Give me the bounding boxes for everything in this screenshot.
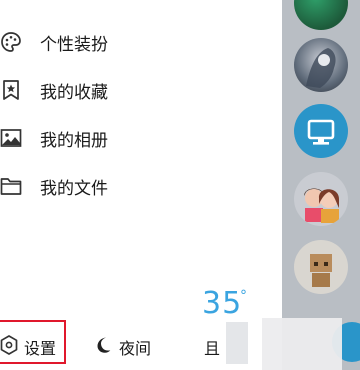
couple-cartoon-icon <box>304 188 340 223</box>
cardboard-robot-icon <box>310 254 332 287</box>
avatar-tv[interactable] <box>294 104 348 158</box>
third-bottom-label-partial[interactable]: 且 <box>204 335 220 359</box>
blur-patch-1 <box>226 322 248 364</box>
photo-album-icon <box>0 129 22 147</box>
menu-item-files[interactable]: 我的文件 <box>0 166 270 206</box>
menu-item-favorites-label: 我的收藏 <box>40 82 108 103</box>
avatar-anime[interactable] <box>294 38 348 92</box>
night-mode-button[interactable]: 夜间 <box>94 326 158 362</box>
settings-highlight-box <box>0 320 66 364</box>
anime-figure-icon <box>306 48 336 88</box>
folder-icon <box>0 178 22 195</box>
blur-patch-2 <box>262 318 342 370</box>
tv-icon <box>307 119 335 145</box>
night-mode-label: 夜间 <box>119 339 152 358</box>
menu-item-album[interactable]: 我的相册 <box>0 118 270 158</box>
menu-item-files-label: 我的文件 <box>40 178 108 199</box>
side-drawer: 个性装扮 我的收藏 我的相册 我的文件 35 ° 设置 夜间 且 <box>0 0 282 370</box>
menu-item-partial-top[interactable] <box>0 0 270 4</box>
moon-icon <box>97 337 111 353</box>
bookmark-star-icon <box>3 80 19 100</box>
menu-item-personalize-label: 个性装扮 <box>40 34 108 55</box>
menu-item-personalize[interactable]: 个性装扮 <box>0 22 270 62</box>
avatar-danbo[interactable] <box>294 240 348 294</box>
menu-item-favorites[interactable]: 我的收藏 <box>0 70 270 110</box>
avatar-couple[interactable] <box>294 172 348 226</box>
weather-degree-symbol: ° <box>240 288 247 304</box>
palette-icon <box>1 32 21 52</box>
menu-item-album-label: 我的相册 <box>40 130 108 151</box>
partial-top-icon <box>0 0 22 2</box>
